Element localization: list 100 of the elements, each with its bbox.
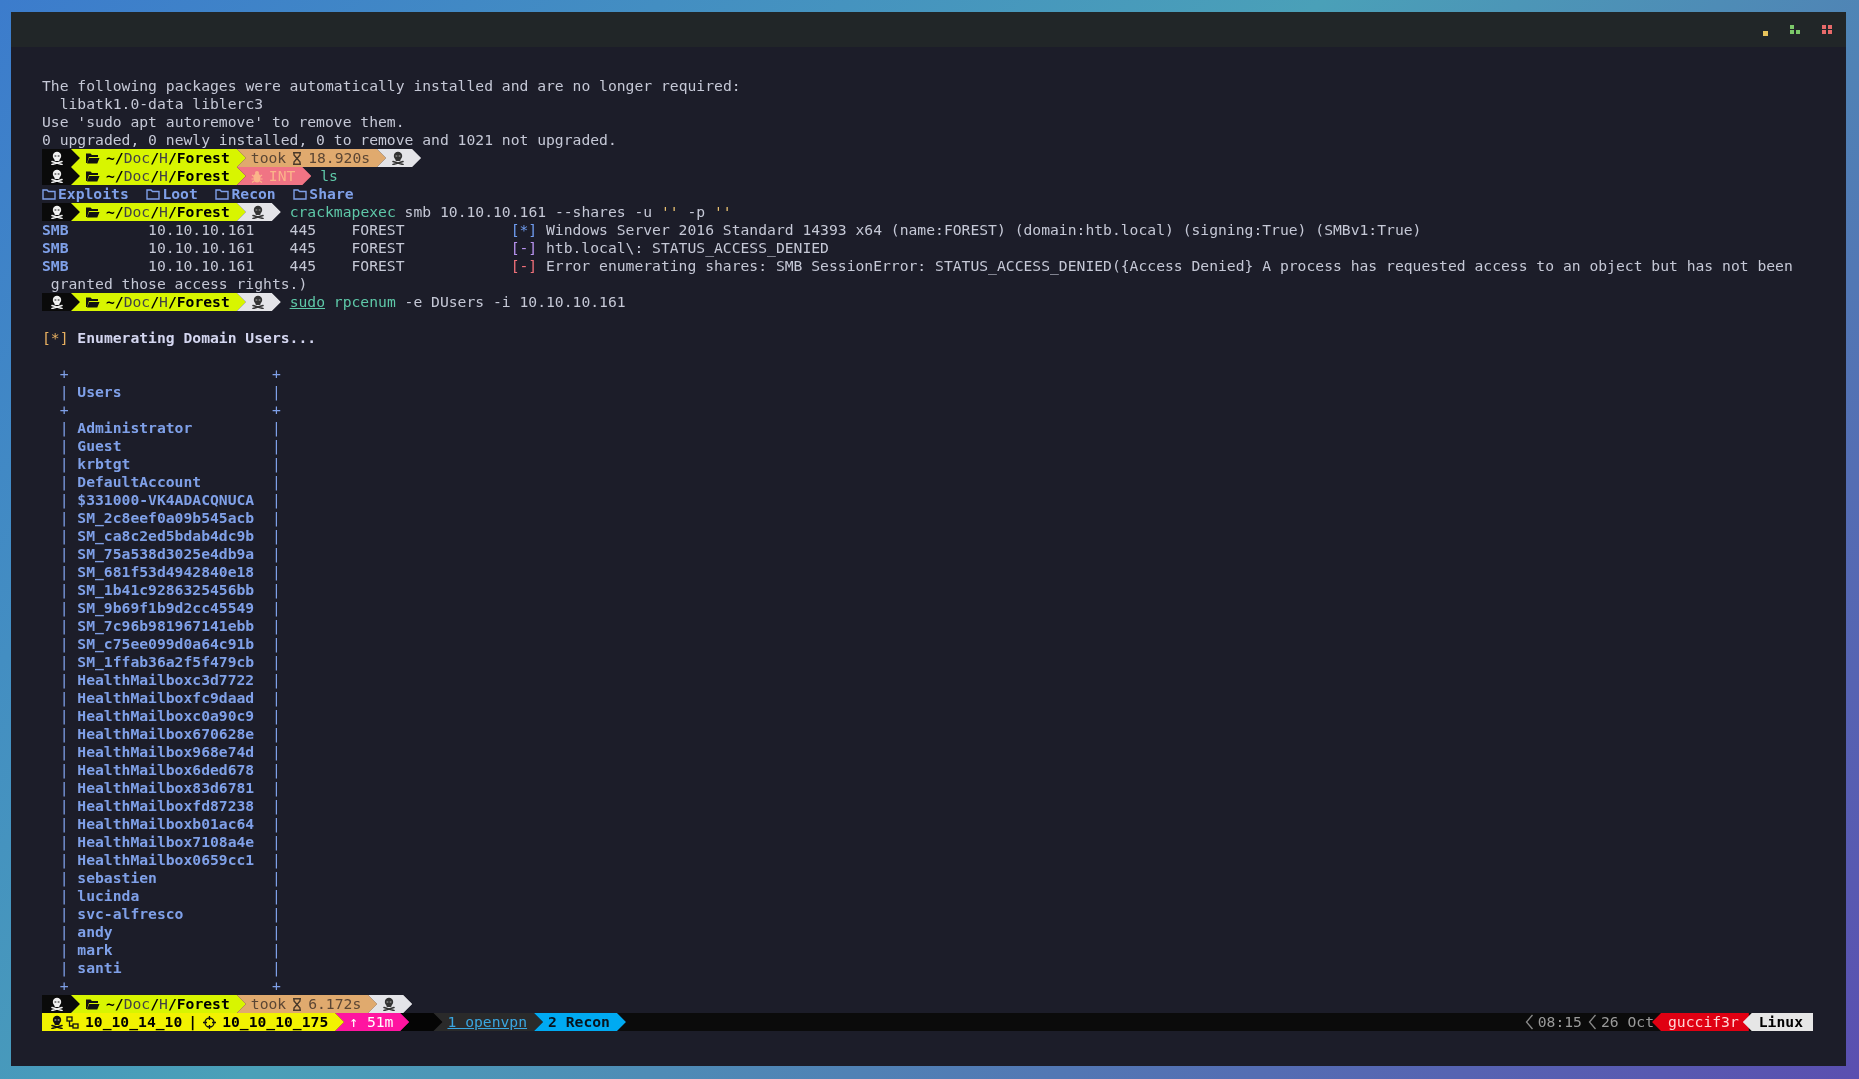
command-word: -u	[634, 203, 653, 221]
user-name: HealthMailbox0659cc1	[77, 851, 256, 869]
user-name: DefaultAccount	[77, 473, 203, 491]
table-edge: |	[59, 923, 70, 941]
table-edge: |	[59, 491, 70, 509]
table-edge: |	[59, 581, 70, 599]
table-edge: |	[271, 617, 281, 635]
folder-name: Exploits	[58, 185, 129, 203]
user-name: SM_7c96b981967141ebb	[77, 617, 256, 635]
user-name: Administrator	[77, 419, 194, 437]
port-number: 445	[289, 257, 318, 275]
table-edge: |	[271, 869, 281, 887]
user-name: SM_75a538d3025e4db9a	[77, 545, 256, 563]
current-path: ~/Doc/H/Forest	[106, 995, 230, 1013]
user-name: HealthMailbox7108a4e	[77, 833, 256, 851]
user-name: HealthMailbox670628e	[77, 725, 256, 743]
current-path: ~/Doc/H/Forest	[106, 203, 230, 221]
output-line: 0 upgraded, 0 newly installed, 0 to remove and 1021 not upgraded.	[42, 131, 617, 149]
output-line: The following packages were automatically installed and are no longer required:	[42, 77, 741, 95]
output-line: Use 'sudo apt autoremove' to remove them.	[42, 113, 405, 131]
user-name: mark	[77, 941, 114, 959]
table-edge: |	[59, 959, 70, 977]
user-name: $331000-VK4ADACQNUCA	[77, 491, 256, 509]
table-edge: |	[59, 689, 70, 707]
command-word: -i	[493, 293, 511, 311]
window-tab[interactable]: 2 Recon	[534, 1013, 626, 1031]
table-edge: |	[271, 473, 281, 491]
hourglass-icon	[292, 997, 303, 1011]
table-corner: +	[59, 365, 70, 383]
chevron-icon	[1587, 1014, 1597, 1030]
table-edge: |	[59, 473, 70, 491]
table-edge: |	[271, 797, 281, 815]
skull-icon	[250, 205, 265, 219]
clock-time: 08:15	[1537, 1013, 1582, 1031]
table-edge: |	[59, 653, 70, 671]
table-edge: |	[271, 959, 281, 977]
three-dot-icon[interactable]	[1790, 24, 1800, 35]
table-edge: |	[271, 815, 281, 833]
table-edge: |	[59, 437, 70, 455]
table-edge: |	[271, 491, 281, 509]
protocol-label: SMB	[42, 257, 70, 275]
user-name: santi	[77, 959, 123, 977]
table-edge: |	[271, 635, 281, 653]
user-segment: guccif3r	[1652, 1013, 1749, 1031]
table-edge: |	[271, 725, 281, 743]
window-tab[interactable]: 1 openvpn	[433, 1013, 544, 1031]
elapsed-time: 18.920s	[308, 149, 371, 167]
command-word: -p	[687, 203, 706, 221]
date-text: 26 Oct	[1600, 1013, 1655, 1031]
four-dot-icon[interactable]	[1822, 24, 1832, 35]
folder-icon	[85, 998, 100, 1010]
host-name: FOREST	[351, 257, 406, 275]
table-corner: +	[59, 401, 70, 419]
ip-address: 10.10.10.161	[148, 239, 256, 257]
user-name: SM_ca8c2ed5bdab4dc9b	[77, 527, 256, 545]
status-mark: [-]	[510, 239, 539, 257]
status-mark: [*]	[42, 329, 70, 347]
status-message: Error enumerating shares: SMB SessionError: STATUS_ACCESS_DENIED({Access Denied} A process has requested access to an object but has not been	[546, 257, 1793, 275]
crosshair-icon	[203, 1015, 217, 1029]
folder-icon	[85, 296, 100, 308]
table-edge: |	[271, 833, 281, 851]
table-edge: |	[59, 725, 70, 743]
table-edge: |	[59, 743, 70, 761]
table-edge: |	[59, 941, 70, 959]
user-name: krbtgt	[77, 455, 132, 473]
command-word: ''	[661, 203, 679, 221]
table-edge: |	[271, 419, 281, 437]
bug-icon	[250, 169, 263, 183]
table-edge: |	[59, 527, 70, 545]
table-edge: |	[59, 761, 70, 779]
table-edge: |	[271, 599, 281, 617]
table-edge: |	[59, 797, 70, 815]
table-edge: |	[271, 689, 281, 707]
status-mark: [*]	[510, 221, 539, 239]
folder-icon	[293, 188, 308, 200]
user-name: SM_2c8eef0a09b545acb	[77, 509, 256, 527]
table-edge: |	[59, 671, 70, 689]
host-name: FOREST	[351, 221, 406, 239]
folder-icon	[85, 206, 100, 218]
user-name: HealthMailboxb01ac64	[77, 815, 256, 833]
user-name: andy	[77, 923, 114, 941]
table-corner: +	[271, 365, 281, 383]
command-word: ls	[320, 167, 338, 185]
table-edge: |	[59, 833, 70, 851]
user-name: HealthMailbox6ded678	[77, 761, 256, 779]
command-word: ''	[714, 203, 732, 221]
table-edge: |	[271, 671, 281, 689]
table-edge: |	[59, 599, 70, 617]
user-name: SM_681f53d4942840e18	[77, 563, 256, 581]
folder-icon	[146, 188, 161, 200]
command-word: crackmapexec	[289, 203, 396, 221]
skull-icon	[50, 1015, 64, 1029]
skull-icon	[50, 169, 64, 183]
table-edge: |	[271, 653, 281, 671]
table-edge: |	[271, 941, 281, 959]
table-edge: |	[271, 905, 281, 923]
user-name: sebastien	[77, 869, 158, 887]
protocol-label: SMB	[42, 239, 70, 257]
table-edge: |	[271, 851, 281, 869]
user-name: SM_9b69f1b9d2cc45549	[77, 599, 256, 617]
